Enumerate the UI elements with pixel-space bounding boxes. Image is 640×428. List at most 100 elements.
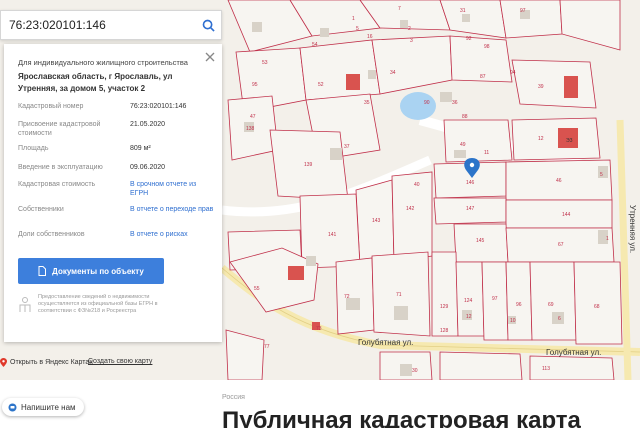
parcel-number-label: 139: [304, 162, 313, 168]
parcel-number-label: 12: [538, 136, 544, 142]
parcel-number-label: 5: [600, 172, 603, 178]
parcel-number-label: 3: [410, 38, 413, 44]
info-key: Кадастровая стоимость: [18, 181, 96, 188]
create-own-map-link[interactable]: Создать свою карту: [88, 358, 152, 365]
parcel-number-label: 36: [452, 100, 458, 106]
search-bar[interactable]: [0, 10, 222, 40]
parcel-number-label: 16: [367, 34, 373, 40]
building-label: ЭЗ: [566, 138, 573, 144]
parcel-number-label: 54: [312, 42, 318, 48]
parcel-number-label: 6: [558, 316, 561, 322]
parcel-number-label: 113: [542, 366, 550, 372]
parcel-number-label: 1: [606, 236, 609, 242]
chat-icon: [8, 403, 17, 411]
parcel-number-label: 5: [356, 26, 359, 32]
parcel-number-label: 46: [556, 178, 562, 184]
parcel-number-label: 12: [466, 314, 472, 320]
search-input[interactable]: [1, 11, 195, 39]
parcel-number-label: 47: [250, 114, 256, 120]
registry-note-text: Предоставление сведений о недвижимости о…: [38, 294, 158, 314]
breadcrumb[interactable]: Россия: [222, 394, 245, 401]
parcel-number-label: 145: [476, 238, 485, 244]
rights-transfer-report-link[interactable]: В отчете о переходе прав: [130, 205, 216, 214]
info-key: Введение в эксплуатацию: [18, 164, 103, 171]
documents-button-label: Документы по объекту: [52, 266, 144, 276]
parcel-number-label: 144: [562, 212, 571, 218]
close-icon: [205, 52, 215, 62]
parcel-number-label: 146: [466, 180, 475, 186]
close-button[interactable]: [204, 50, 216, 62]
parcel-number-label: 141: [328, 232, 337, 238]
parcel-number-label: 49: [460, 142, 466, 148]
parcel-number-label: 11: [484, 150, 489, 156]
parcel-number-label: 90: [424, 100, 430, 106]
parcel-number-label: 147: [466, 206, 475, 212]
info-key: Собственники: [18, 206, 64, 213]
parcel-number-label: 77: [264, 344, 270, 350]
parcel-number-label: 124: [464, 298, 473, 304]
parcel-number-label: 142: [406, 206, 415, 212]
parcel-number-label: 40: [414, 182, 420, 188]
open-yandex-maps-label: Открыть в Яндекс Картах: [10, 359, 93, 366]
parcel-number-label: 31: [460, 8, 466, 14]
parcel-number-label: 92: [466, 36, 472, 42]
street-label: Голубятная ул.: [546, 348, 601, 357]
urgent-report-link[interactable]: В срочном отчете из ЕГРН: [130, 180, 216, 198]
parcel-number-label: 55: [254, 286, 260, 292]
parcel-number-label: 71: [396, 292, 402, 298]
parcel-number-label: 73: [316, 326, 322, 332]
parcel-address: Ярославская область, г Ярославль, ул Утр…: [18, 72, 173, 93]
document-icon: [38, 266, 47, 276]
registry-icon: [19, 297, 31, 312]
open-yandex-maps-link[interactable]: Открыть в Яндекс Картах: [0, 358, 93, 367]
parcel-number-label: 7: [398, 6, 401, 12]
parcel-number-label: 98: [484, 44, 490, 50]
parcel-number-label: 35: [364, 100, 370, 106]
info-key: Кадастровый номер: [18, 103, 84, 110]
search-button[interactable]: [195, 12, 221, 38]
parcel-number-label: 143: [372, 218, 381, 224]
registry-note: Предоставление сведений о недвижимости о…: [18, 294, 214, 318]
parcel-number-label: 97: [520, 8, 526, 14]
info-value: 09.06.2020: [130, 164, 166, 171]
chat-button[interactable]: Напишите нам: [2, 398, 84, 416]
parcel-number-label: 69: [548, 302, 554, 308]
page-footer: Россия Публичная кадастровая карта: [0, 380, 640, 428]
parcel-number-label: 97: [492, 296, 498, 302]
street-label: Голубятная ул.: [358, 338, 413, 347]
parcel-number-label: 37: [344, 144, 350, 150]
chat-button-label: Напишите нам: [21, 402, 76, 412]
page-title: Публичная кадастровая карта: [222, 407, 581, 428]
parcel-number-label: 128: [440, 328, 449, 334]
info-value: 809 м²: [130, 145, 151, 152]
parcel-number-label: 2: [408, 26, 411, 32]
parcel-number-label: 67: [558, 242, 564, 248]
parcel-number-label: 34: [390, 70, 396, 76]
parcel-purpose: Для индивидуального жилищного строительс…: [18, 58, 188, 67]
documents-button[interactable]: Документы по объекту: [18, 258, 164, 284]
parcel-number-label: 1: [352, 16, 355, 22]
parcel-number-label: 10: [510, 318, 516, 324]
parcel-number-label: 53: [262, 60, 268, 66]
risk-report-link[interactable]: В отчете о рисках: [130, 230, 216, 239]
info-key: Доли собственников: [18, 231, 85, 238]
parcel-number-label: 129: [440, 304, 449, 310]
info-value: 76:23:020101:146: [130, 103, 187, 110]
street-label: Утренняя ул.: [628, 205, 637, 253]
info-key: Площадь: [18, 145, 49, 152]
parcel-number-label: 88: [462, 114, 468, 120]
parcel-number-label: 94: [510, 70, 516, 76]
parcel-number-label: 30: [412, 368, 418, 374]
parcel-number-label: 87: [480, 74, 486, 80]
parcel-number-label: 72: [344, 294, 350, 300]
parcel-number-label: 95: [252, 82, 258, 88]
info-key: Присвоение кадастровой стоимости: [18, 121, 101, 137]
parcel-number-label: 138: [246, 126, 255, 132]
parcel-number-label: 52: [318, 82, 324, 88]
yandex-pin-icon: [0, 358, 7, 367]
parcel-info-card: Для индивидуального жилищного строительс…: [4, 44, 222, 342]
search-icon: [202, 19, 215, 32]
parcel-number-label: 68: [594, 304, 600, 310]
parcel-number-label: 96: [516, 302, 522, 308]
info-value: 21.05.2020: [130, 121, 166, 128]
